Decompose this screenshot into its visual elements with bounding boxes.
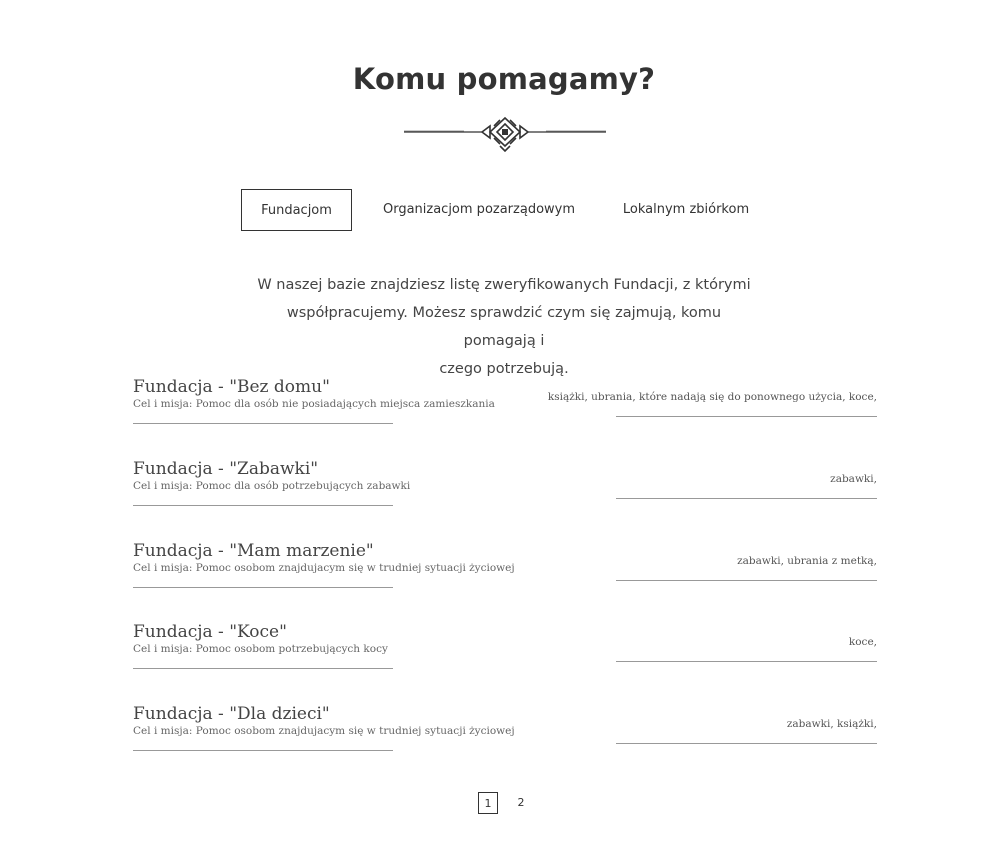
page-button-2[interactable]: 2 bbox=[511, 792, 531, 814]
item-mission: Cel i misja: Pomoc dla osób potrzebujący… bbox=[133, 480, 411, 492]
divider bbox=[133, 750, 393, 751]
tab-organizacjom-pozarzadowym[interactable]: Organizacjom pozarządowym bbox=[378, 189, 580, 231]
intro-text: W naszej bazie znajdziesz listę zweryfik… bbox=[254, 271, 754, 383]
item-name: Fundacja - "Dla dzieci" bbox=[133, 704, 330, 724]
item-name: Fundacja - "Bez domu" bbox=[133, 377, 330, 397]
list-item: Fundacja - "Bez domu" Cel i misja: Pomoc… bbox=[133, 377, 877, 457]
list-item: Fundacja - "Koce" Cel i misja: Pomoc oso… bbox=[133, 622, 877, 702]
page-title: Komu pomagamy? bbox=[352, 62, 656, 96]
divider bbox=[616, 661, 877, 662]
item-needs: zabawki, książki, bbox=[786, 718, 877, 730]
divider bbox=[616, 580, 877, 581]
divider bbox=[616, 498, 877, 499]
item-name: Fundacja - "Koce" bbox=[133, 622, 287, 642]
divider bbox=[616, 743, 877, 744]
item-needs: zabawki, ubrania z metką, bbox=[737, 555, 877, 567]
intro-line: W naszej bazie znajdziesz listę zweryfik… bbox=[257, 277, 751, 293]
list-item: Fundacja - "Zabawki" Cel i misja: Pomoc … bbox=[133, 459, 877, 539]
item-name: Fundacja - "Zabawki" bbox=[133, 459, 319, 479]
item-mission: Cel i misja: Pomoc dla osób nie posiadaj… bbox=[133, 398, 495, 410]
category-tabs: Fundacjom Organizacjom pozarządowym Loka… bbox=[0, 189, 1008, 231]
divider bbox=[616, 416, 877, 417]
divider bbox=[133, 587, 393, 588]
item-needs: zabawki, bbox=[830, 473, 877, 485]
intro-line: współpracujemy. Możesz sprawdzić czym si… bbox=[286, 305, 722, 349]
page-button-1[interactable]: 1 bbox=[478, 792, 498, 814]
item-mission: Cel i misja: Pomoc osobom znajdujacym si… bbox=[133, 725, 515, 737]
decorative-divider-icon bbox=[404, 116, 606, 152]
tab-lokalnym-zbiorkom[interactable]: Lokalnym zbiórkom bbox=[616, 189, 756, 231]
list-item: Fundacja - "Dla dzieci" Cel i misja: Pom… bbox=[133, 704, 877, 784]
list-item: Fundacja - "Mam marzenie" Cel i misja: P… bbox=[133, 541, 877, 621]
item-needs: koce, bbox=[848, 636, 877, 648]
divider bbox=[133, 505, 393, 506]
item-name: Fundacja - "Mam marzenie" bbox=[133, 541, 374, 561]
divider bbox=[133, 423, 393, 424]
tab-fundacjom[interactable]: Fundacjom bbox=[241, 189, 352, 231]
divider bbox=[133, 668, 393, 669]
item-needs: książki, ubrania, które nadają się do po… bbox=[547, 391, 877, 403]
item-mission: Cel i misja: Pomoc osobom potrzebujących… bbox=[133, 643, 388, 655]
item-mission: Cel i misja: Pomoc osobom znajdujacym si… bbox=[133, 562, 515, 574]
